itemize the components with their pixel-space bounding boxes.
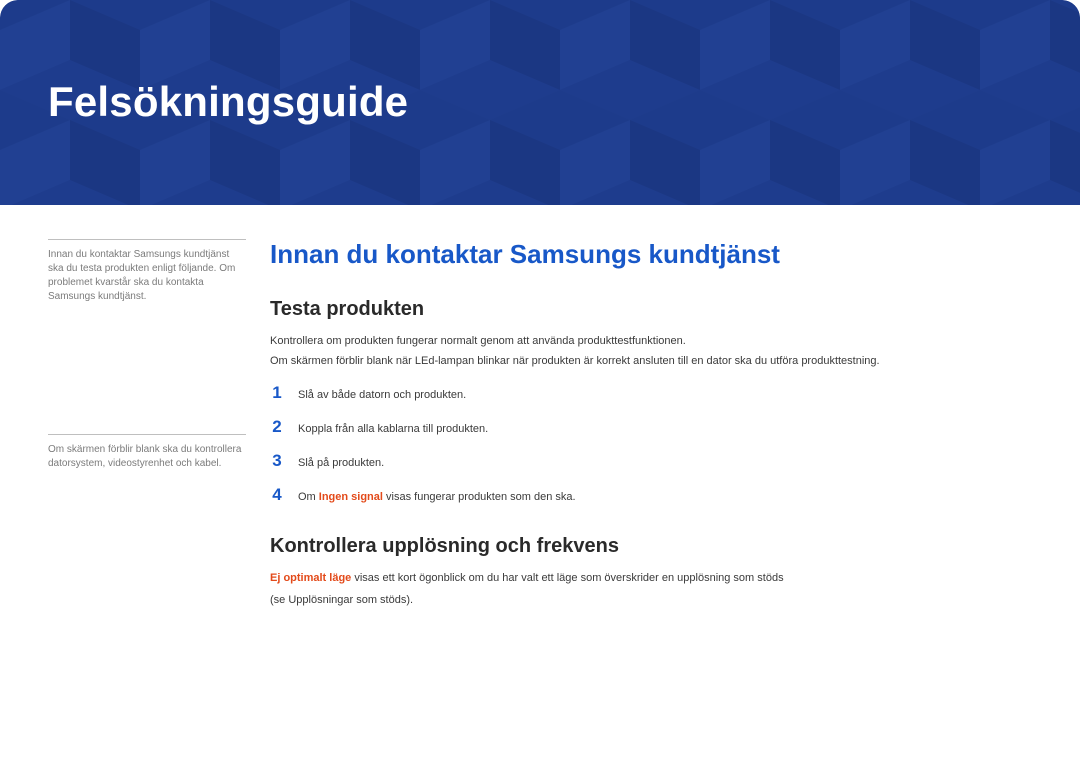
side-note-2-text: Om skärmen förblir blank ska du kontroll… [48, 444, 241, 469]
step-number: 1 [270, 383, 284, 403]
step-text-suffix: visas fungerar produkten som den ska. [383, 491, 576, 503]
step-number: 2 [270, 417, 284, 437]
section-heading: Testa produkten [270, 298, 1032, 321]
step-text: Om Ingen signal visas fungerar produkten… [298, 491, 576, 503]
steps-list: 1 Slå av både datorn och produkten. 2 Ko… [270, 383, 1032, 505]
banner: Felsökningsguide [0, 0, 1080, 205]
paragraph-highlight: Ej optimalt läge [270, 572, 351, 584]
paragraph: Kontrollera om produkten fungerar normal… [270, 333, 1032, 349]
page-title: Innan du kontaktar Samsungs kundtjänst [270, 239, 1032, 270]
step-text: Koppla från alla kablarna till produkten… [298, 423, 488, 435]
step-text-prefix: Om [298, 491, 319, 503]
step-text: Slå på produkten. [298, 457, 384, 469]
content-area: Innan du kontaktar Samsungs kundtjänst s… [0, 205, 1080, 608]
paragraph: Ej optimalt läge visas ett kort ögonblic… [270, 570, 1032, 586]
sidebar: Innan du kontaktar Samsungs kundtjänst s… [48, 239, 246, 608]
step-item: 4 Om Ingen signal visas fungerar produkt… [270, 485, 1032, 505]
paragraph: (se Upplösningar som stöds). [270, 592, 1032, 608]
paragraph: Om skärmen förblir blank när LEd-lampan … [270, 353, 1032, 369]
step-text-highlight: Ingen signal [319, 491, 383, 503]
step-item: 2 Koppla från alla kablarna till produkt… [270, 417, 1032, 437]
step-item: 1 Slå av både datorn och produkten. [270, 383, 1032, 403]
divider [48, 239, 246, 240]
side-note-2: Om skärmen förblir blank ska du kontroll… [48, 434, 246, 471]
document-page: Felsökningsguide Innan du kontaktar Sams… [0, 0, 1080, 763]
step-number: 4 [270, 485, 284, 505]
section-heading: Kontrollera upplösning och frekvens [270, 535, 1032, 558]
main-content: Innan du kontaktar Samsungs kundtjänst T… [270, 239, 1032, 608]
section-resolution-frequency: Kontrollera upplösning och frekvens Ej o… [270, 535, 1032, 608]
step-number: 3 [270, 451, 284, 471]
paragraph-suffix: visas ett kort ögonblick om du har valt … [351, 572, 783, 584]
divider [48, 434, 246, 435]
step-text: Slå av både datorn och produkten. [298, 389, 466, 401]
step-item: 3 Slå på produkten. [270, 451, 1032, 471]
section-test-product: Testa produkten Kontrollera om produkten… [270, 298, 1032, 505]
side-note-1-text: Innan du kontaktar Samsungs kundtjänst s… [48, 249, 235, 302]
side-note-1: Innan du kontaktar Samsungs kundtjänst s… [48, 239, 246, 304]
banner-title: Felsökningsguide [48, 78, 408, 126]
